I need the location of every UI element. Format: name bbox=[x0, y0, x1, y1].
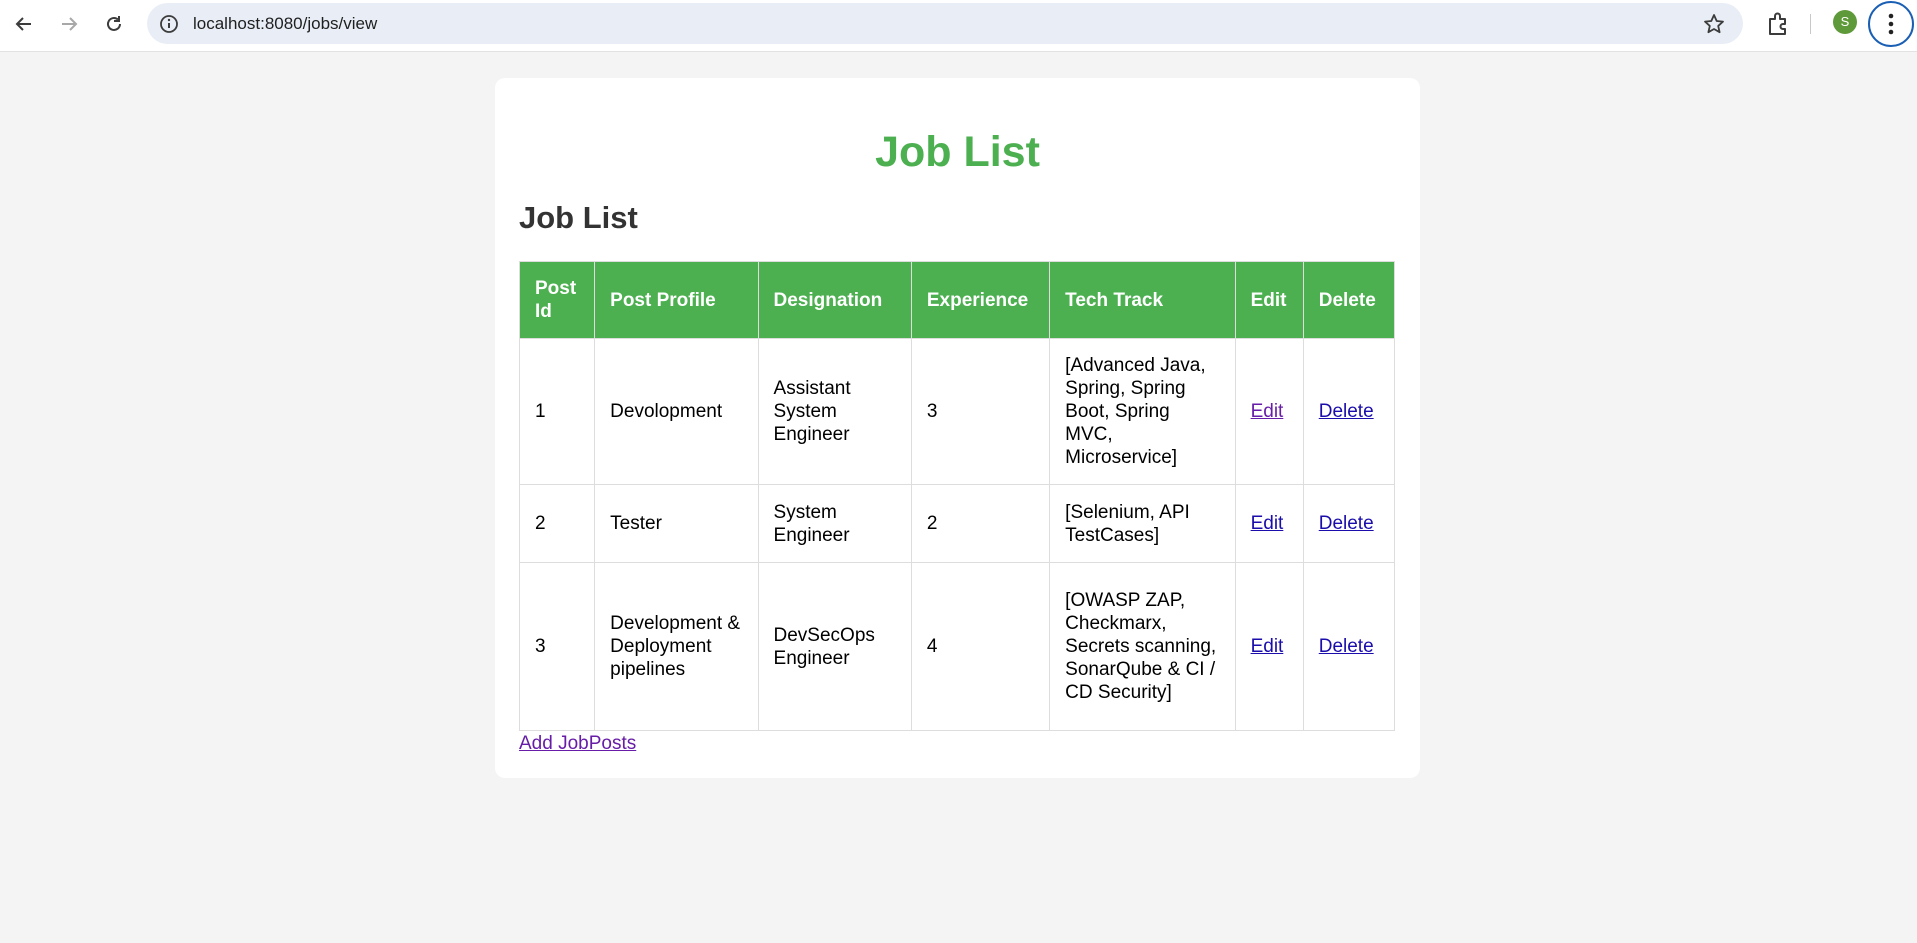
browser-toolbar: localhost:8080/jobs/view S bbox=[0, 0, 1917, 52]
cell-designation: Assistant System Engineer bbox=[757, 338, 912, 485]
cell-tech-track: [Selenium, API TestCases] bbox=[1049, 484, 1236, 563]
table-header-row: Post Id Post Profile Designation Experie… bbox=[518, 261, 1396, 339]
cell-delete: Delete bbox=[1302, 484, 1396, 563]
extensions-puzzle-icon[interactable] bbox=[1764, 10, 1792, 38]
cell-post-profile: Tester bbox=[594, 484, 759, 563]
edit-link[interactable]: Edit bbox=[1251, 636, 1284, 657]
header-tech-track: Tech Track bbox=[1049, 261, 1236, 339]
cell-designation: System Engineer bbox=[757, 484, 912, 563]
cell-post-profile: Devolopment bbox=[594, 338, 759, 485]
forward-arrow-icon bbox=[62, 17, 78, 31]
toolbar-divider bbox=[1810, 14, 1811, 34]
browser-menu-button[interactable] bbox=[1868, 1, 1914, 47]
cell-edit: Edit bbox=[1234, 338, 1304, 485]
cell-tech-track: [Advanced Java, Spring, Spring Boot, Spr… bbox=[1049, 338, 1236, 485]
cell-delete: Delete bbox=[1302, 338, 1396, 485]
page-title: Job List bbox=[875, 128, 1040, 176]
delete-link[interactable]: Delete bbox=[1319, 401, 1374, 422]
back-button[interactable] bbox=[8, 8, 40, 40]
cell-post-id: 1 bbox=[518, 338, 596, 485]
cell-post-id: 2 bbox=[518, 484, 596, 563]
header-designation: Designation bbox=[757, 261, 912, 339]
cell-post-id: 3 bbox=[518, 562, 596, 731]
cell-designation: DevSecOps Engineer bbox=[757, 562, 912, 731]
back-arrow-icon bbox=[15, 17, 31, 31]
address-bar[interactable]: localhost:8080/jobs/view bbox=[147, 3, 1743, 44]
add-jobposts-link[interactable]: Add JobPosts bbox=[519, 733, 636, 755]
edit-link[interactable]: Edit bbox=[1251, 401, 1284, 422]
edit-link[interactable]: Edit bbox=[1251, 513, 1284, 534]
content-card: Job List Job List Post Id Post Profile D… bbox=[495, 78, 1420, 778]
table-row: 1 Devolopment Assistant System Engineer … bbox=[518, 338, 1396, 485]
header-post-id: Post Id bbox=[518, 261, 596, 339]
profile-avatar[interactable]: S bbox=[1833, 10, 1857, 34]
table-row: 3 Development & Deployment pipelines Dev… bbox=[518, 562, 1396, 731]
section-title: Job List bbox=[519, 200, 638, 235]
cell-edit: Edit bbox=[1234, 562, 1304, 731]
cell-post-profile: Development & Deployment pipelines bbox=[594, 562, 759, 731]
more-vertical-icon bbox=[1888, 13, 1894, 35]
reload-icon bbox=[107, 16, 121, 31]
header-delete: Delete bbox=[1302, 261, 1396, 339]
cell-experience: 2 bbox=[910, 484, 1051, 563]
bookmark-star-icon[interactable] bbox=[1703, 13, 1725, 35]
url-text[interactable]: localhost:8080/jobs/view bbox=[193, 14, 377, 34]
site-info-icon[interactable] bbox=[159, 14, 179, 34]
delete-link[interactable]: Delete bbox=[1319, 513, 1374, 534]
cell-edit: Edit bbox=[1234, 484, 1304, 563]
forward-button[interactable] bbox=[53, 8, 85, 40]
header-edit: Edit bbox=[1234, 261, 1304, 339]
table-row: 2 Tester System Engineer 2 [Selenium, AP… bbox=[518, 484, 1396, 563]
cell-experience: 3 bbox=[910, 338, 1051, 485]
delete-link[interactable]: Delete bbox=[1319, 636, 1374, 657]
cell-experience: 4 bbox=[910, 562, 1051, 731]
cell-delete: Delete bbox=[1302, 562, 1396, 731]
cell-tech-track: [OWASP ZAP, Checkmarx, Secrets scanning,… bbox=[1049, 562, 1236, 731]
job-table: Post Id Post Profile Designation Experie… bbox=[518, 261, 1396, 731]
header-experience: Experience bbox=[910, 261, 1051, 339]
reload-button[interactable] bbox=[98, 8, 130, 40]
header-post-profile: Post Profile bbox=[594, 261, 759, 339]
